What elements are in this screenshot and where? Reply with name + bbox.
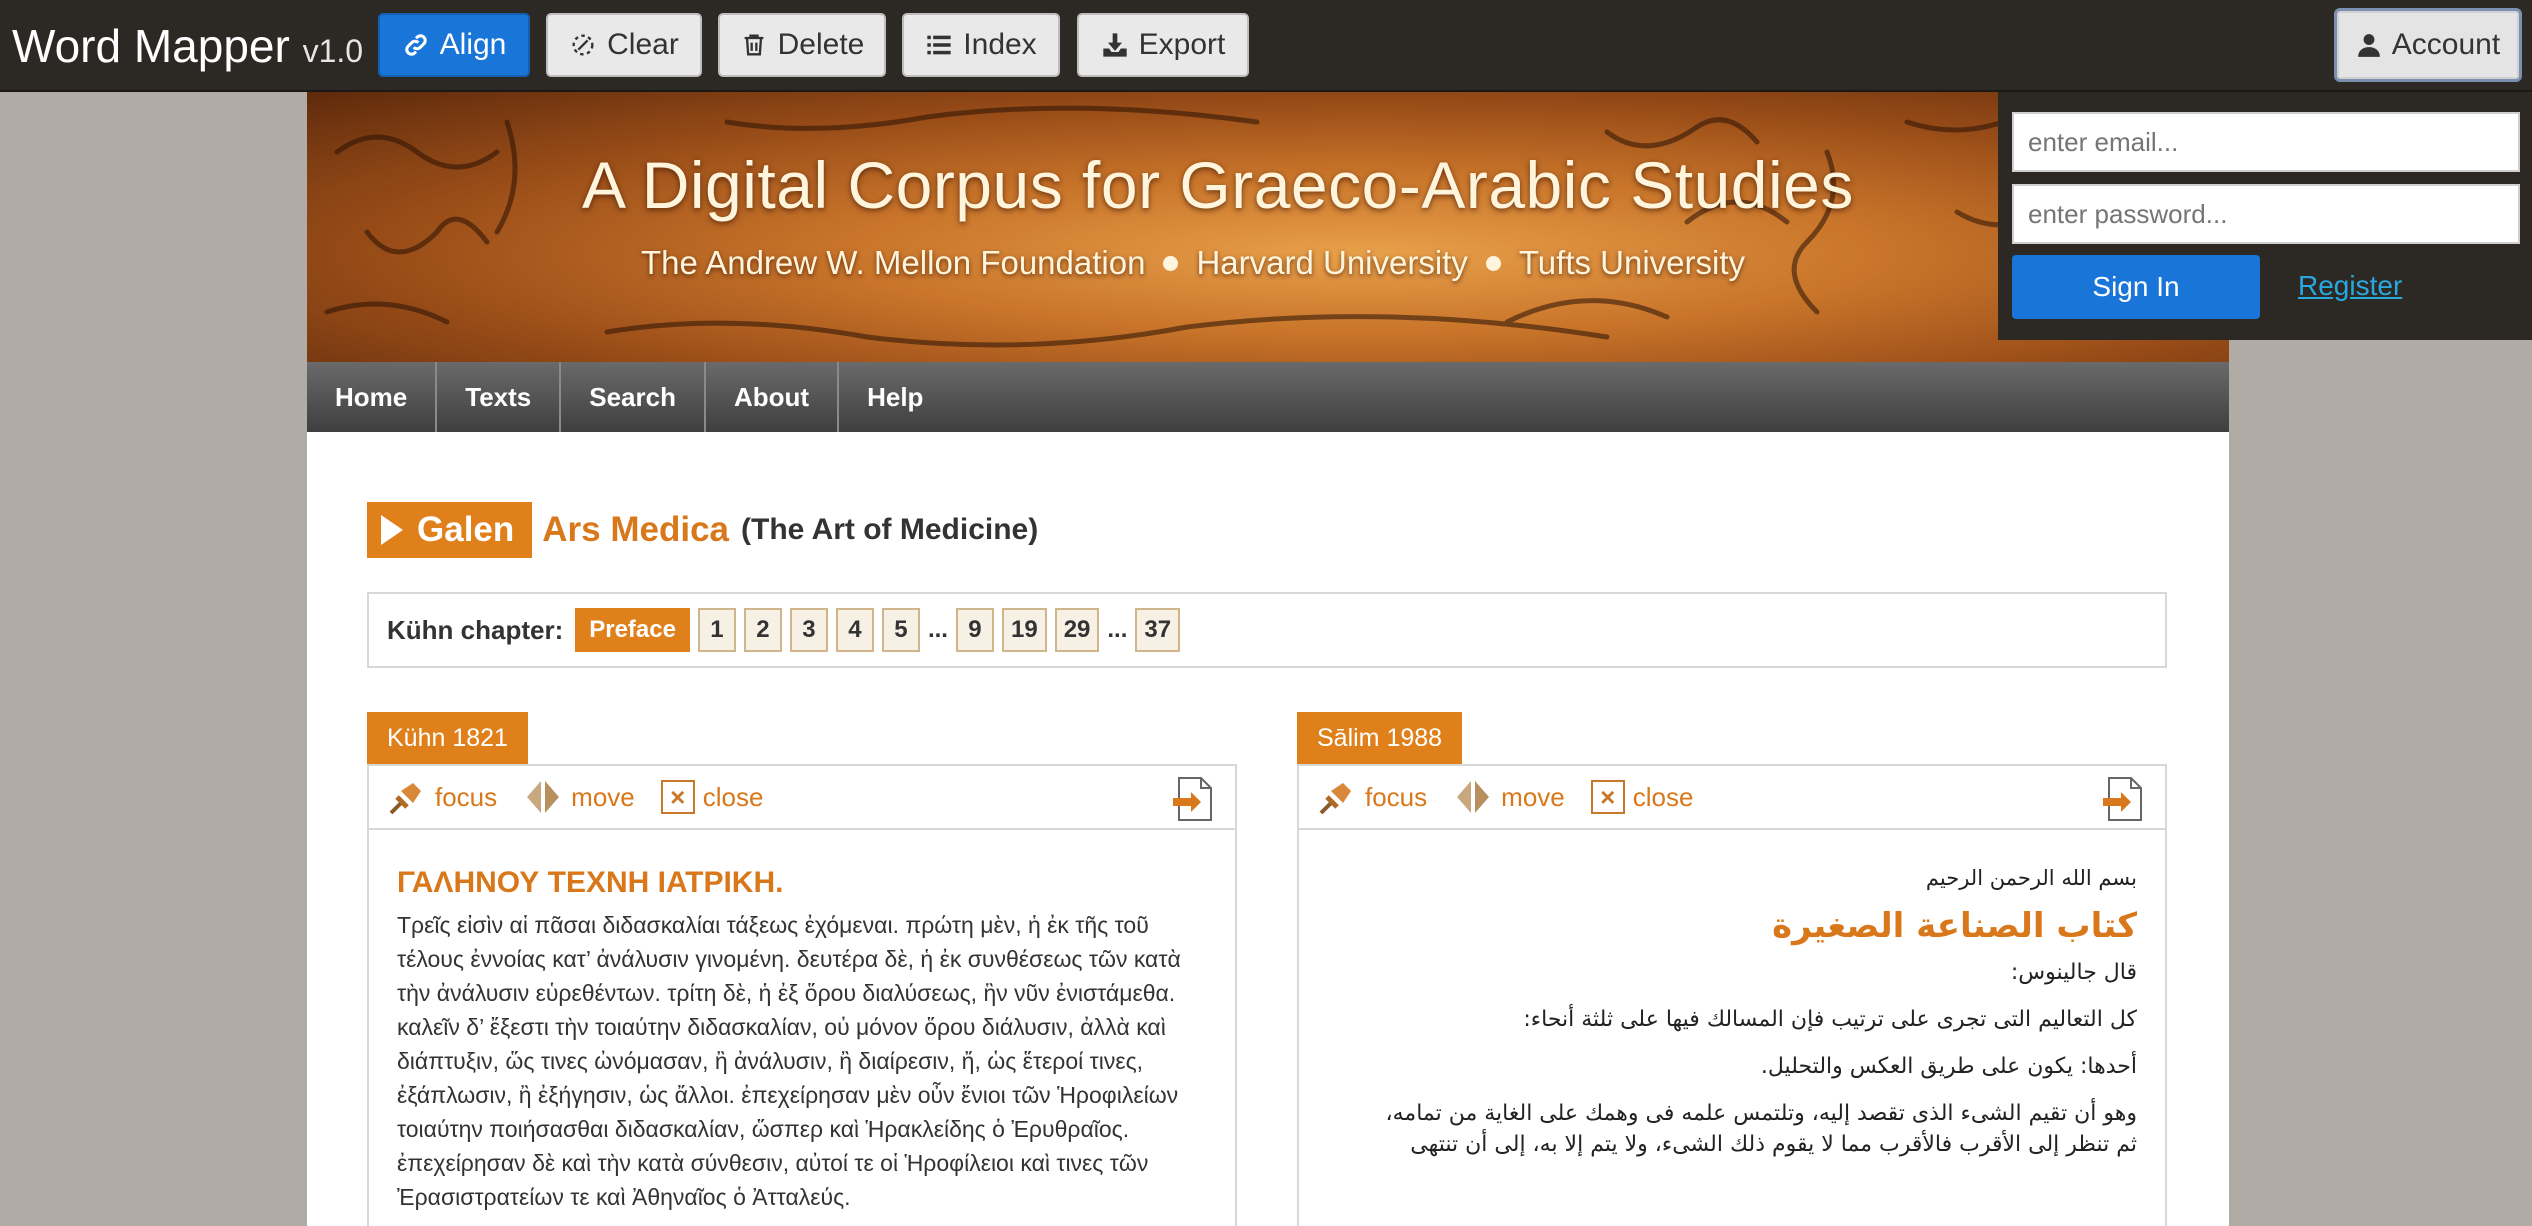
author-tag[interactable]: Galen [367,502,533,558]
align-label: Align [439,28,507,61]
move-label: move [571,781,635,812]
eraser-icon [572,34,594,56]
close-tool[interactable]: × close [660,780,764,814]
arabic-line[interactable]: وهو أن تقيم الشىء الذى تقصد إليه، وتلتمس… [1327,1101,2137,1126]
chapter-ellipsis: ... [927,616,948,643]
arrows-icon [1457,781,1490,813]
move-tool[interactable]: move [1453,777,1565,817]
email-field[interactable] [2012,112,2520,172]
sponsor-mellon: The Andrew W. Mellon Foundation [641,244,1146,281]
focus-label: focus [435,781,498,812]
focus-tool[interactable]: focus [387,777,497,817]
move-tool[interactable]: move [523,777,635,817]
export-button[interactable]: Export [1077,13,1249,77]
arabic-panel-tools: focus move × close [1297,764,2167,830]
top-toolbar: Word Mapper v1.0 Align Clear Delete Inde… [0,0,2532,92]
sponsor-tufts: Tufts University [1518,244,1746,281]
greek-panel-body: ΓΑΛΗΝΟΥ ΤΕΧΝΗ ΙΑΤΡΙΚΗ. Τρεῖς εἰσὶν αἱ πᾶ… [367,830,1237,1226]
focus-label: focus [1365,781,1428,812]
index-button[interactable]: Index [902,13,1060,77]
greek-panel-tools: focus move × close [367,764,1237,830]
banner-title: A Digital Corpus for Graeco-Arabic Studi… [582,148,1854,222]
password-field[interactable] [2012,184,2520,244]
close-label: close [1632,781,1694,812]
manuscript-background [324,105,2150,348]
close-tool[interactable]: × close [1590,780,1694,814]
arabic-line[interactable]: كل التعاليم التى تجرى على ترتيب فإن المس… [1327,1007,2137,1032]
pin-icon [1319,783,1351,815]
export-label: Export [1138,28,1226,61]
nav-help[interactable]: Help [839,362,951,432]
download-icon [1102,33,1127,57]
chapter-link[interactable]: 4 [835,608,874,652]
export-doc-icon[interactable] [2101,776,2145,822]
chapter-link[interactable]: 9 [955,608,994,652]
app-name: Word Mapper [12,20,290,72]
user-icon [2357,34,2380,57]
chapter-link[interactable]: 5 [881,608,920,652]
arrows-icon [527,781,560,813]
nav-about[interactable]: About [706,362,840,432]
greek-heading: ΓΑΛΗΝΟΥ ΤΕΧΝΗ ΙΑΤΡΙΚΗ. [397,866,784,899]
close-icon: × [1590,780,1625,814]
chapter-link[interactable]: 3 [789,608,828,652]
export-doc-icon[interactable] [1171,776,1215,822]
arabic-basmala: بسم الله الرحمن الرحيم [1925,866,2137,890]
login-dropdown: Sign In Register [1998,92,2532,340]
chapter-link[interactable]: 29 [1054,608,1100,652]
delete-button[interactable]: Delete [718,13,886,77]
greek-text[interactable]: Τρεῖς εἰσὶν αἱ πᾶσαι διδασκαλίαι τάξεως … [397,908,1207,1214]
move-label: move [1501,781,1565,812]
chapter-preface[interactable]: Preface [575,608,690,652]
chapter-link[interactable]: 37 [1135,608,1181,652]
arabic-heading: كتاب الصناعة الصغيرة [1772,906,2137,946]
main-page: A Digital Corpus for Graeco-Arabic Studi… [307,92,2229,1226]
banner-sponsors: The Andrew W. Mellon Foundation Harvard … [641,244,1745,282]
nav-search[interactable]: Search [561,362,706,432]
separator-dot [1485,255,1501,271]
main-nav: Home Texts Search About Help [307,362,2229,432]
delete-label: Delete [777,28,865,61]
play-icon [381,515,403,545]
nav-texts[interactable]: Texts [437,362,562,432]
site-banner: A Digital Corpus for Graeco-Arabic Studi… [307,92,2229,362]
chapter-label: Kühn chapter: [387,614,564,645]
chapter-link[interactable]: 19 [1001,608,1047,652]
arabic-line[interactable]: أحدها: يكون على طريق العكس والتحليل. [1327,1054,2137,1079]
author-name: Galen [417,510,515,549]
arabic-line[interactable]: ثم تنظر إلى الأقرب فالأقرب مما لا يقوم ذ… [1327,1132,2137,1157]
focus-tool[interactable]: focus [1317,777,1427,817]
register-link[interactable]: Register [2298,270,2402,302]
close-label: close [702,781,764,812]
greek-panel-tab[interactable]: Kühn 1821 [367,712,528,764]
app-version: v1.0 [302,33,364,69]
work-english-title: (The Art of Medicine) [741,513,1039,546]
link-icon [404,34,427,56]
list-icon [927,35,951,55]
arabic-panel-body: بسم الله الرحمن الرحيم كتاب الصناعة الصغ… [1297,830,2167,1226]
arabic-panel-tab[interactable]: Sālim 1988 [1297,712,1463,764]
signin-button[interactable]: Sign In [2012,255,2260,319]
close-icon: × [660,780,695,814]
app-brand: Word Mapper v1.0 [12,18,363,79]
align-button[interactable]: Align [378,13,530,77]
clear-button[interactable]: Clear [546,13,702,77]
chapter-link[interactable]: 2 [743,608,782,652]
separator-dot [1163,255,1179,271]
clear-label: Clear [607,28,679,61]
account-button[interactable]: Account [2334,8,2522,82]
trash-icon [744,34,763,56]
chapter-ellipsis: ... [1107,616,1128,643]
work-title-row: Galen Ars Medica (The Art of Medicine) [367,502,1038,558]
index-label: Index [963,28,1037,61]
sponsor-harvard: Harvard University [1196,244,1468,281]
account-label: Account [2391,28,2501,61]
chapter-link[interactable]: 1 [697,608,736,652]
nav-home[interactable]: Home [307,362,438,432]
chapter-selector: Kühn chapter: Preface 1 2 3 4 5 ... 9 19… [367,592,2167,668]
arabic-line[interactable]: قال جالينوس: [1327,960,2137,985]
pin-icon [389,783,421,815]
work-title: Ars Medica [542,510,730,549]
